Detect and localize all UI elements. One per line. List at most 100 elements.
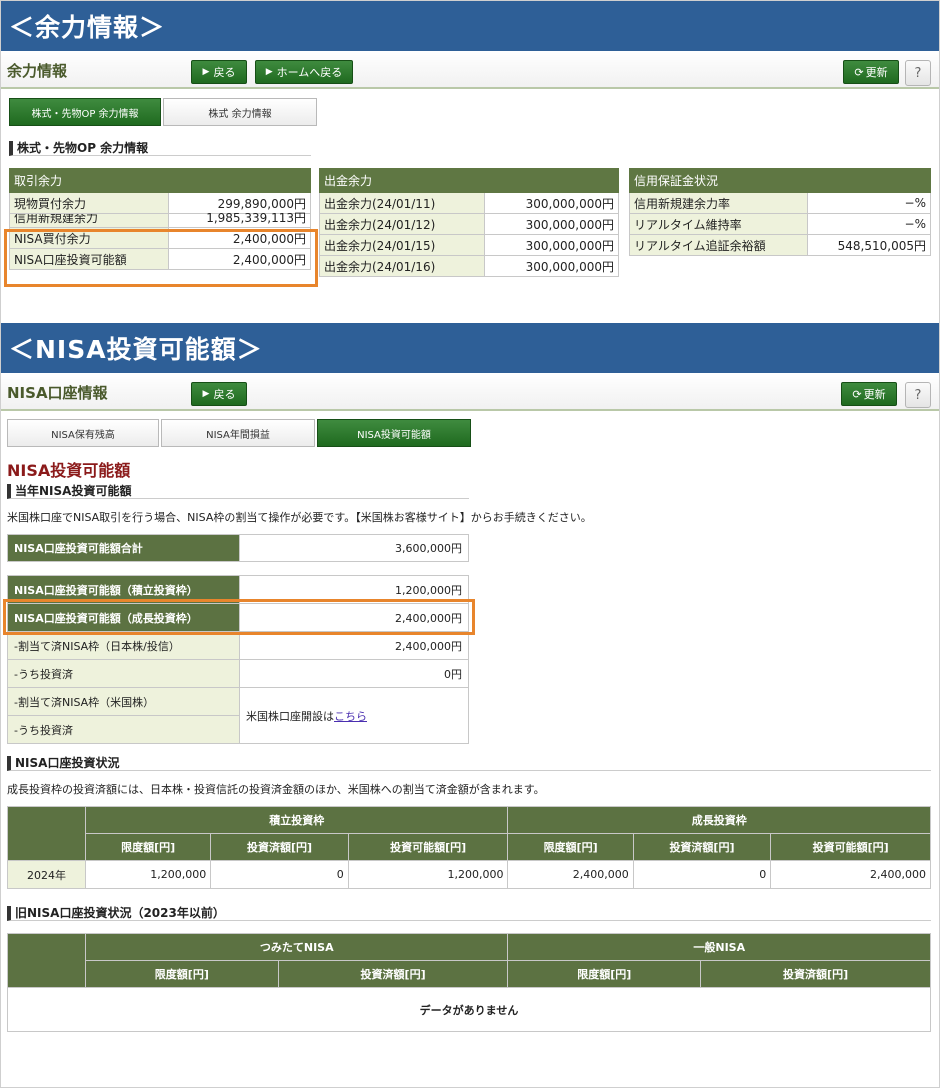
toolbar-nisa: NISA口座情報 ▶ 戻る ⟳ 更新 ? <box>1 373 939 411</box>
value-cell: 1,200,000 <box>84 860 212 889</box>
value-cell: 0 <box>210 860 349 889</box>
empty-message: データがありません <box>7 987 931 1032</box>
col-header: 限度額[円] <box>85 960 279 988</box>
table-row: データがありません <box>7 987 931 1032</box>
refresh-button[interactable]: ⟳ 更新 <box>843 60 899 84</box>
trade-header: 取引余力 <box>9 168 311 193</box>
col-header: 投資済額[円] <box>700 960 931 988</box>
row-value: 1,985,339,113円 <box>167 212 312 228</box>
play-icon: ▶ <box>202 67 210 77</box>
group-tsumitate-nisa: つみたてNISA <box>84 933 509 961</box>
home-button[interactable]: ▶ ホームへ戻る <box>255 60 353 84</box>
table-row: 2024年 1,200,000 0 1,200,000 2,400,000 0 … <box>7 860 931 889</box>
current-note: 米国株口座でNISA取引を行う場合、NISA枠の割当て操作が必要です。【米国株お… <box>7 511 592 524</box>
row-label: 現物買付余力 <box>9 192 169 214</box>
page-title: 余力情報 <box>7 62 68 80</box>
tab-nisa-annual-pl[interactable]: NISA年間損益 <box>161 419 315 447</box>
table-row: リアルタイム追証余裕額 548,510,005円 <box>629 234 932 256</box>
value-cell: 1,200,000 <box>347 860 509 889</box>
row-value: 300,000,000円 <box>484 234 619 256</box>
tab-stock[interactable]: 株式 余力情報 <box>163 98 317 126</box>
tab-nisa-holdings[interactable]: NISA保有残高 <box>7 419 159 447</box>
row-label: 出金余力(24/01/15) <box>318 234 486 256</box>
col-header: 限度額[円] <box>507 833 634 861</box>
us-open-link[interactable]: こちら <box>334 710 367 723</box>
row-label: -うち投資済 <box>7 715 240 744</box>
tabs-nisa: NISA保有残高 NISA年間損益 NISA投資可能額 <box>7 419 473 447</box>
row-value: 300,000,000円 <box>484 213 619 235</box>
col-header: 投資済額[円] <box>277 960 509 988</box>
section-head-old-nisa: 旧NISA口座投資状況（2023年以前） <box>7 906 931 921</box>
refresh-label: 更新 <box>863 388 886 401</box>
us-open-text: 米国株口座開設は <box>246 709 334 723</box>
row-value: 300,000,000円 <box>484 255 619 277</box>
value-cell: 0 <box>632 860 772 889</box>
margin-header: 信用保証金状況 <box>629 168 931 193</box>
row-label: -割当て済NISA枠（米国株） <box>7 687 240 716</box>
highlight-growth-frame <box>3 599 475 635</box>
table-row: 出金余力(24/01/12) 300,000,000円 <box>318 213 619 235</box>
table-row: 出金余力(24/01/15) 300,000,000円 <box>318 234 619 256</box>
row-value: 0円 <box>239 659 469 688</box>
play-icon: ▶ <box>202 389 210 399</box>
value-cell: 2,400,000 <box>507 860 634 889</box>
highlight-nisa-yoryoku <box>4 229 318 287</box>
row-value: 300,000,000円 <box>484 192 619 214</box>
toolbar-yoryoku: 余力情報 ▶ 戻る ▶ ホームへ戻る ⟳ 更新 ? <box>1 51 939 89</box>
table-row: リアルタイム維持率 −% <box>629 213 932 235</box>
screenshot-frame: ＜余力情報＞ 余力情報 ▶ 戻る ▶ ホームへ戻る ⟳ 更新 ? 株式・先物OP… <box>0 0 940 1088</box>
help-button[interactable]: ? <box>905 382 931 408</box>
home-label: ホームへ戻る <box>276 66 343 79</box>
back-button[interactable]: ▶ 戻る <box>191 60 247 84</box>
col-header: 投資済額[円] <box>632 833 772 861</box>
banner-nisa: ＜NISA投資可能額＞ <box>1 323 939 373</box>
row-label: 出金余力(24/01/16) <box>318 255 486 277</box>
row-label: リアルタイム維持率 <box>629 213 808 235</box>
group-growth: 成長投資枠 <box>507 806 931 834</box>
table-row: -割当て済NISA枠（日本株/投信） 2,400,000円 <box>7 631 469 660</box>
row-label: -うち投資済 <box>7 659 240 688</box>
group-tsumitate: 積立投資枠 <box>84 806 509 834</box>
refresh-button[interactable]: ⟳ 更新 <box>841 382 897 406</box>
back-button[interactable]: ▶ 戻る <box>191 382 247 406</box>
play-icon: ▶ <box>265 67 273 77</box>
table-row: 信用新規建余力率 −% <box>629 192 932 214</box>
margin-table: 信用保証金状況 信用新規建余力率 −% リアルタイム維持率 −% リアルタイム追証余… <box>629 168 932 256</box>
help-button[interactable]: ? <box>905 60 931 86</box>
row-value: −% <box>806 192 932 214</box>
withdraw-header: 出金余力 <box>319 168 619 193</box>
row-value: −% <box>806 213 932 235</box>
table-row: 信用新規建余力 1,985,339,113円 <box>9 212 312 228</box>
tab-futures-op[interactable]: 株式・先物OP 余力情報 <box>9 98 161 126</box>
total-label: NISA口座投資可能額合計 <box>7 534 240 562</box>
row-value: 548,510,005円 <box>806 234 932 256</box>
banner-yoryoku: ＜余力情報＞ <box>1 1 939 51</box>
us-open-cell: 米国株口座開設はこちら <box>239 687 469 744</box>
group-general-nisa: 一般NISA <box>507 933 931 961</box>
row-label: 出金余力(24/01/12) <box>318 213 486 235</box>
table-row: 出金余力(24/01/11) 300,000,000円 <box>318 192 619 214</box>
refresh-label: 更新 <box>865 66 888 79</box>
back-label: 戻る <box>213 66 236 79</box>
col-header: 投資済額[円] <box>210 833 349 861</box>
col-header: 限度額[円] <box>507 960 702 988</box>
value-cell: 2,400,000 <box>770 860 931 889</box>
col-header: 投資可能額[円] <box>770 833 931 861</box>
tab-nisa-investable[interactable]: NISA投資可能額 <box>317 419 471 447</box>
old-nisa-table: つみたてNISA 一般NISA 限度額[円] 投資済額[円] 限度額[円] 投資… <box>7 933 931 1032</box>
status-note: 成長投資枠の投資済額には、日本株・投資信託の投資済金額のほか、米国株への割当て済… <box>7 783 545 796</box>
corner-cell <box>7 933 86 988</box>
total-value: 3,600,000円 <box>239 534 469 562</box>
row-label: -割当て済NISA枠（日本株/投信） <box>7 631 240 660</box>
col-header: 限度額[円] <box>84 833 212 861</box>
page-title: NISA口座情報 <box>7 384 108 402</box>
section-head-status: NISA口座投資状況 <box>7 756 931 771</box>
refresh-icon: ⟳ <box>854 65 864 79</box>
row-value: 2,400,000円 <box>239 631 469 660</box>
table-row: -割当て済NISA枠（米国株） 米国株口座開設はこちら <box>7 687 469 744</box>
row-label: 信用新規建余力率 <box>629 192 808 214</box>
row-label: 信用新規建余力 <box>9 213 169 228</box>
table-row: 出金余力(24/01/16) 300,000,000円 <box>318 255 619 277</box>
row-label: リアルタイム追証余裕額 <box>629 234 808 256</box>
table-row: NISA口座投資可能額合計 3,600,000円 <box>7 534 469 562</box>
